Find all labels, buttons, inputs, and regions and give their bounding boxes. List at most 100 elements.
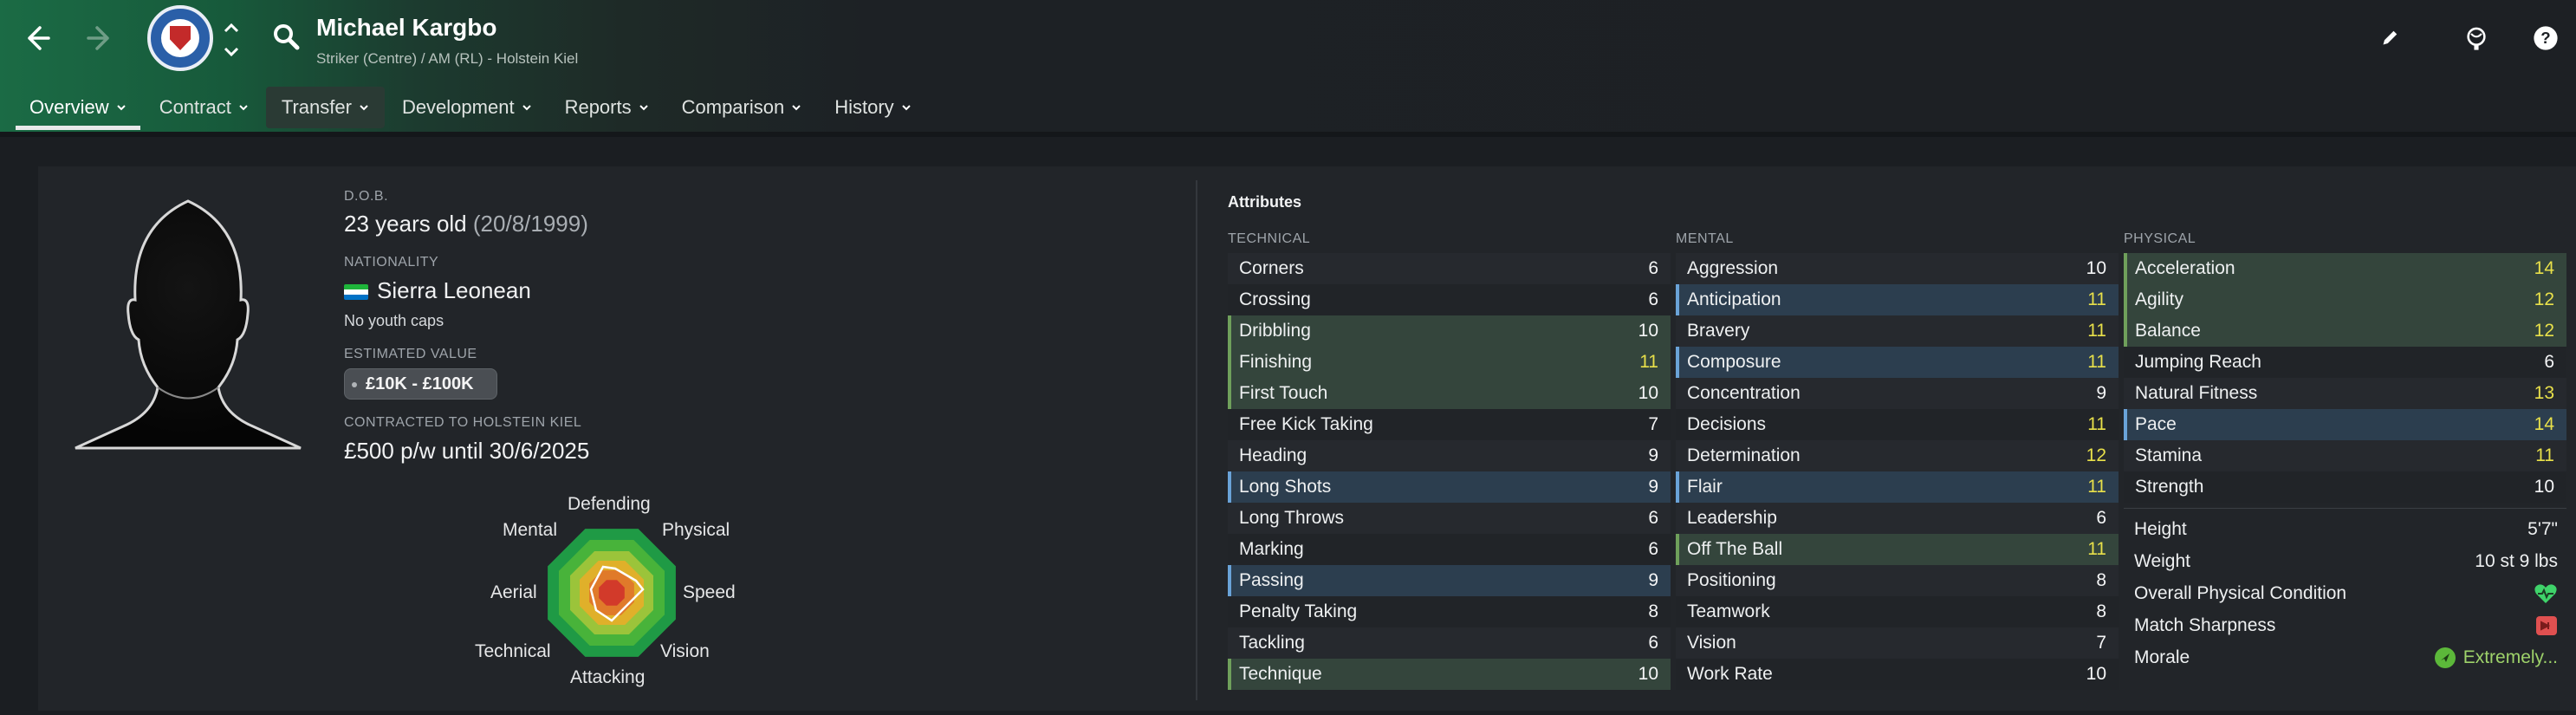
attribute-row-technique[interactable]: Technique 10 (1228, 659, 1671, 690)
attribute-name: Finishing (1239, 352, 1313, 372)
player-name: Michael Kargbo (316, 14, 497, 41)
up-down-icon[interactable] (222, 19, 241, 61)
attribute-row-bravery[interactable]: Bravery 11 (1676, 315, 2119, 347)
attribute-row-aggression[interactable]: Aggression 10 (1676, 253, 2119, 284)
player-position-club: Striker (Centre) / AM (RL) - Holstein Ki… (316, 50, 579, 67)
sharpness-row[interactable]: Match Sharpness (2124, 609, 2566, 641)
attribute-row-decisions[interactable]: Decisions 11 (1676, 409, 2119, 440)
attribute-row-vision[interactable]: Vision 7 (1676, 627, 2119, 659)
condition-row[interactable]: Overall Physical Condition (2124, 577, 2566, 609)
attribute-value: 11 (2087, 321, 2106, 341)
back-arrow-icon[interactable] (16, 17, 57, 59)
attribute-row-agility[interactable]: Agility 12 (2124, 284, 2566, 315)
attribute-row-penalty-taking[interactable]: Penalty Taking 8 (1228, 596, 1671, 627)
physical-separator (2124, 508, 2566, 509)
attribute-row-flair[interactable]: Flair 11 (1676, 471, 2119, 503)
attribute-row-pace[interactable]: Pace 14 (2124, 409, 2566, 440)
attribute-name: Dribbling (1239, 321, 1311, 341)
attribute-value: 6 (2096, 508, 2106, 528)
attribute-row-teamwork[interactable]: Teamwork 8 (1676, 596, 2119, 627)
attribute-row-tackling[interactable]: Tackling 6 (1228, 627, 1671, 659)
attribute-value: 12 (2086, 445, 2106, 465)
attribute-row-crossing[interactable]: Crossing 6 (1228, 284, 1671, 315)
attribute-row-determination[interactable]: Determination 12 (1676, 440, 2119, 471)
radar-label-speed: Speed (683, 582, 736, 602)
attribute-name: Strength (2135, 477, 2204, 497)
morale-row[interactable]: Morale Extremely... (2124, 641, 2566, 673)
contract-label: CONTRACTED TO HOLSTEIN KIEL (344, 415, 582, 430)
tab-contract[interactable]: Contract (144, 87, 264, 128)
weight-row: Weight 10 st 9 lbs (2134, 550, 2558, 571)
attribute-row-dribbling[interactable]: Dribbling 10 (1228, 315, 1671, 347)
attribute-row-natural-fitness[interactable]: Natural Fitness 13 (2124, 378, 2566, 409)
attribute-row-jumping-reach[interactable]: Jumping Reach 6 (2124, 347, 2566, 378)
attribute-value: 11 (2087, 352, 2106, 372)
attributes-title: Attributes (1228, 193, 1301, 211)
club-crest-icon[interactable] (147, 5, 213, 71)
attribute-name: Concentration (1687, 383, 1801, 403)
sharpness-icon (2536, 615, 2557, 635)
chevron-down-icon (116, 105, 126, 111)
attribute-row-passing[interactable]: Passing 9 (1228, 565, 1671, 596)
attribute-radar[interactable]: Defending Physical Speed Vision Attackin… (468, 485, 762, 711)
attribute-name: Long Throws (1239, 508, 1345, 528)
attribute-value: 12 (2534, 321, 2554, 341)
radar-label-defending: Defending (568, 494, 651, 514)
attribute-name: Penalty Taking (1239, 601, 1358, 621)
help-icon[interactable]: ? (2528, 21, 2563, 55)
search-icon[interactable] (270, 21, 302, 52)
tab-development[interactable]: Development (386, 87, 548, 128)
attribute-row-leadership[interactable]: Leadership 6 (1676, 503, 2119, 534)
attribute-row-stamina[interactable]: Stamina 11 (2124, 440, 2566, 471)
player-avatar (75, 199, 302, 450)
attribute-row-strength[interactable]: Strength 10 (2124, 471, 2566, 503)
chevron-down-icon (360, 105, 368, 111)
attribute-row-long-throws[interactable]: Long Throws 6 (1228, 503, 1671, 534)
attribute-name: Leadership (1687, 508, 1777, 528)
attribute-value: 9 (1648, 445, 1658, 465)
attribute-value: 6 (1648, 289, 1658, 309)
radar-label-technical: Technical (475, 641, 551, 661)
attribute-row-composure[interactable]: Composure 11 (1676, 347, 2119, 378)
physical-attributes: Acceleration 14 Agility 12 Balance 12 Jumping … (2124, 253, 2566, 503)
attribute-name: Long Shots (1239, 477, 1332, 497)
attribute-value: 11 (2087, 539, 2106, 559)
attribute-row-long-shots[interactable]: Long Shots 9 (1228, 471, 1671, 503)
dob-label: D.O.B. (344, 189, 389, 204)
attribute-value: 12 (2534, 289, 2554, 309)
attribute-value: 10 (2534, 477, 2554, 497)
tab-transfer[interactable]: Transfer (265, 87, 385, 128)
tab-reports[interactable]: Reports (549, 87, 665, 128)
attribute-row-concentration[interactable]: Concentration 9 (1676, 378, 2119, 409)
attribute-row-corners[interactable]: Corners 6 (1228, 253, 1671, 284)
attribute-row-marking[interactable]: Marking 6 (1228, 534, 1671, 565)
tab-overview[interactable]: Overview (14, 87, 142, 130)
tab-comparison[interactable]: Comparison (666, 87, 818, 128)
tab-history[interactable]: History (819, 87, 926, 128)
radar-label-physical: Physical (662, 520, 730, 540)
attribute-row-positioning[interactable]: Positioning 8 (1676, 565, 2119, 596)
attribute-row-first-touch[interactable]: First Touch 10 (1228, 378, 1671, 409)
edit-pencil-icon[interactable] (2372, 21, 2407, 55)
attribute-name: Teamwork (1687, 601, 1770, 621)
attribute-value: 11 (2087, 414, 2106, 434)
attribute-row-finishing[interactable]: Finishing 11 (1228, 347, 1671, 378)
attribute-value: 6 (1648, 539, 1658, 559)
estimated-value-badge[interactable]: £10K - £100K (344, 368, 497, 400)
attribute-name: Free Kick Taking (1239, 414, 1373, 434)
attribute-row-anticipation[interactable]: Anticipation 11 (1676, 284, 2119, 315)
chevron-down-icon (522, 105, 531, 111)
attribute-row-off-the-ball[interactable]: Off The Ball 11 (1676, 534, 2119, 565)
forward-arrow-icon[interactable] (80, 17, 121, 59)
nationality-value[interactable]: Sierra Leonean (344, 277, 531, 304)
attribute-row-acceleration[interactable]: Acceleration 14 (2124, 253, 2566, 284)
attribute-row-free-kick-taking[interactable]: Free Kick Taking 7 (1228, 409, 1671, 440)
contract-value[interactable]: £500 p/w until 30/6/2025 (344, 438, 589, 465)
attribute-row-balance[interactable]: Balance 12 (2124, 315, 2566, 347)
attribute-row-work-rate[interactable]: Work Rate 10 (1676, 659, 2119, 690)
attribute-name: Off The Ball (1687, 539, 1783, 559)
attribute-row-heading[interactable]: Heading 9 (1228, 440, 1671, 471)
mental-header: MENTAL (1676, 231, 1734, 246)
attribute-name: Acceleration (2135, 258, 2235, 278)
scout-globe-icon[interactable] (2459, 21, 2494, 55)
